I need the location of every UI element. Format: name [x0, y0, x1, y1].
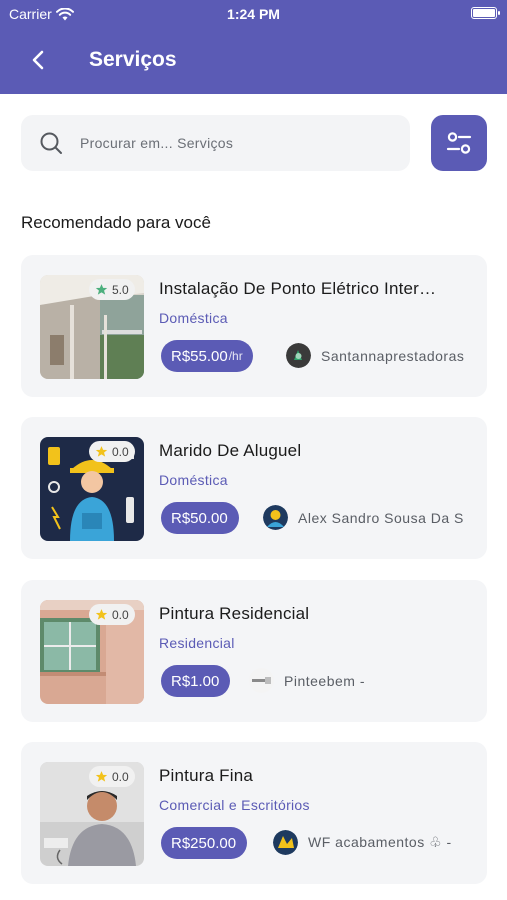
provider-info: Pinteebem -: [249, 668, 479, 693]
section-title: Recomendado para você: [21, 213, 211, 232]
provider-info: WF acabamentos ♧ -: [273, 830, 479, 855]
price-badge: R$1.00: [161, 665, 231, 697]
star-gold-icon: [95, 771, 108, 782]
service-thumbnail: 0.0: [40, 437, 144, 541]
rating-badge: 5.0: [89, 279, 135, 300]
search-bar[interactable]: [21, 115, 410, 171]
star-gold-icon: [95, 609, 108, 620]
search-icon: [40, 132, 62, 154]
service-category: Comercial e Escritórios: [159, 797, 310, 813]
service-category: Doméstica: [159, 472, 228, 488]
status-time: 1:24 PM: [227, 6, 280, 22]
price-value: R$250.00: [171, 834, 237, 852]
price-badge: R$55.00/hr: [161, 340, 253, 372]
provider-avatar: [273, 830, 298, 855]
rating-value: 0.0: [112, 607, 129, 622]
provider-avatar: [263, 505, 288, 530]
back-button[interactable]: [24, 46, 52, 74]
rating-badge: 0.0: [89, 604, 135, 625]
service-title: Marido De Aluguel: [159, 441, 302, 460]
provider-info: Alex Sandro Sousa Da S: [263, 505, 479, 530]
service-card[interactable]: 0.0 Pintura Residencial Residencial R$1.…: [21, 580, 487, 722]
page-title: Serviços: [89, 48, 177, 71]
price-value: R$50.00: [171, 509, 228, 527]
service-title: Pintura Fina: [159, 766, 254, 785]
service-thumbnail: 0.0: [40, 600, 144, 704]
status-bar: Carrier 1:24 PM: [0, 0, 507, 28]
service-card[interactable]: 5.0 Instalação De Ponto Elétrico Inter… …: [21, 255, 487, 397]
service-card[interactable]: 0.0 Marido De Aluguel Doméstica R$50.00 …: [21, 417, 487, 559]
service-title: Instalação De Ponto Elétrico Inter…: [159, 279, 437, 298]
provider-avatar: [249, 668, 274, 693]
star-gold-icon: [95, 446, 108, 457]
battery-icon: [471, 7, 500, 19]
rating-value: 0.0: [112, 769, 129, 784]
service-card[interactable]: 0.0 Pintura Fina Comercial e Escritórios…: [21, 742, 487, 884]
provider-name: Alex Sandro Sousa Da S: [298, 509, 464, 526]
service-category: Doméstica: [159, 310, 228, 326]
rating-value: 0.0: [112, 444, 129, 459]
price-badge: R$250.00: [161, 827, 248, 859]
price-unit: /hr: [228, 349, 243, 363]
service-title: Pintura Residencial: [159, 604, 310, 623]
provider-name: Santannaprestadoras: [321, 347, 465, 364]
rating-badge: 0.0: [89, 441, 135, 462]
app-header: Carrier 1:24 PM Serviços: [0, 0, 507, 94]
provider-avatar: [286, 343, 311, 368]
service-category: Residencial: [159, 635, 235, 651]
price-badge: R$50.00: [161, 502, 239, 534]
filter-sliders-icon: [446, 132, 472, 154]
provider-name: Pinteebem -: [284, 672, 365, 689]
star-green-icon: [95, 284, 108, 295]
service-thumbnail: 0.0: [40, 762, 144, 866]
price-value: R$1.00: [171, 672, 220, 690]
provider-info: Santannaprestadoras: [286, 343, 480, 368]
service-thumbnail: 5.0: [40, 275, 144, 379]
rating-badge: 0.0: [89, 766, 135, 787]
provider-name: WF acabamentos ♧ -: [308, 834, 452, 850]
price-value: R$55.00: [171, 347, 228, 365]
search-input[interactable]: [80, 135, 380, 151]
filter-button[interactable]: [431, 115, 487, 171]
chevron-left-icon: [32, 50, 44, 70]
rating-value: 5.0: [112, 282, 129, 297]
